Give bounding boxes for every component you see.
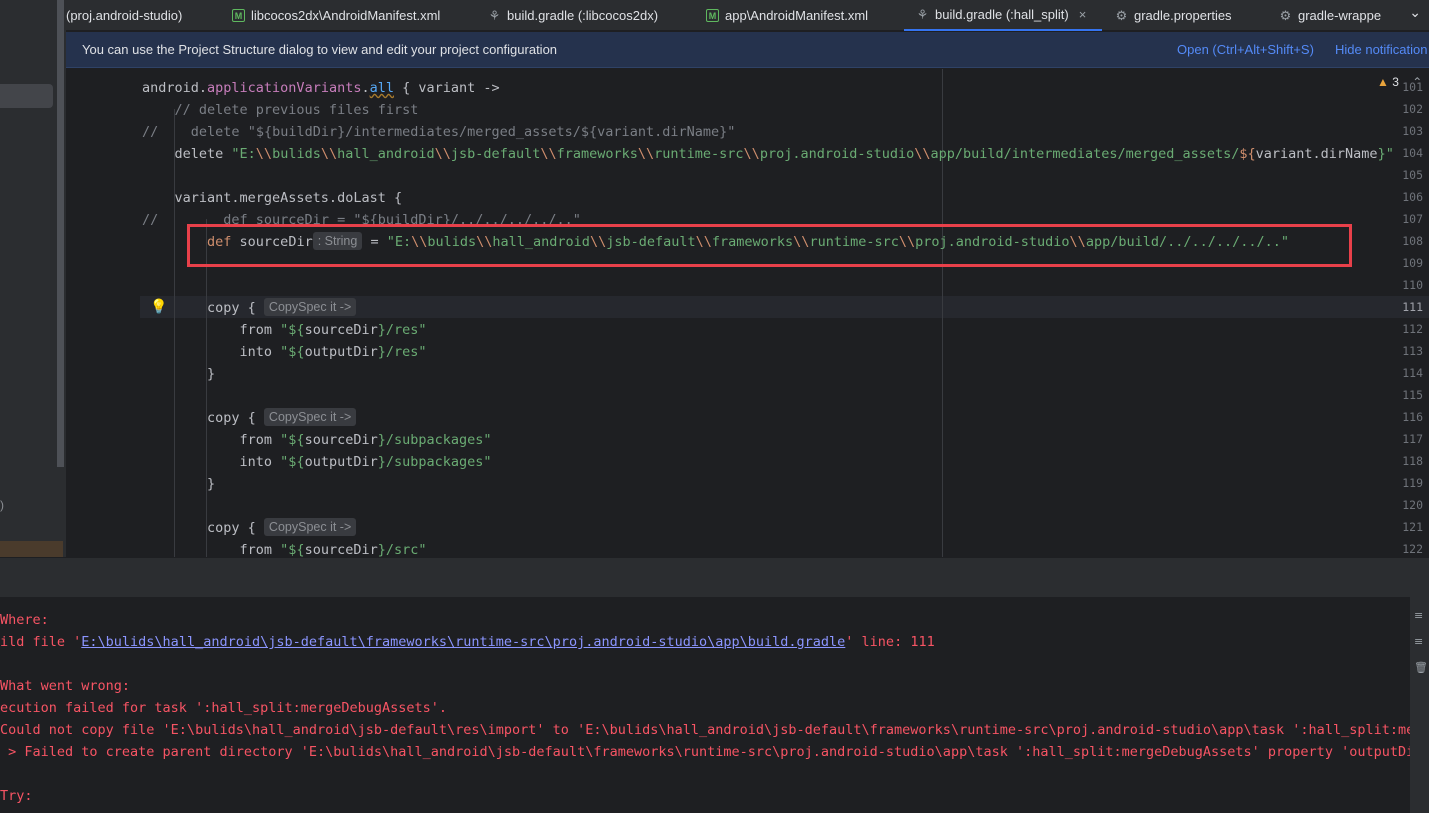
- code-line-106: variant.mergeAssets.doLast {: [142, 190, 403, 206]
- console-line: ecution failed for task ':hall_split:mer…: [0, 700, 448, 716]
- console-line: Could not copy file 'E:\bulids\hall_andr…: [0, 722, 1429, 738]
- lightbulb-icon[interactable]: 💡: [150, 299, 167, 315]
- line-number: 110: [1402, 278, 1423, 292]
- line-number: 117: [1402, 432, 1423, 446]
- console-line: Where:: [0, 612, 49, 628]
- project-tree-highlight[interactable]: [0, 541, 63, 557]
- code-line-101: android.applicationVariants.all { varian…: [142, 80, 500, 96]
- line-number: 109: [1402, 256, 1423, 270]
- console-line: > Failed to create parent directory 'E:\…: [0, 744, 1429, 760]
- line-number: 106: [1402, 190, 1423, 204]
- tab-label: app\AndroidManifest.xml: [725, 8, 869, 23]
- code-line-104: delete "E:\\bulids\\hall_android\\jsb-de…: [142, 146, 1394, 162]
- wrap-icon[interactable]: ≡: [1414, 609, 1423, 622]
- project-tree-selected-item[interactable]: [0, 84, 53, 108]
- gradle-icon: ⚘: [488, 7, 501, 23]
- code-editor[interactable]: 101 102 103 104 105 106 107 108 109 110 …: [66, 69, 1429, 557]
- console-line: ild file 'E:\bulids\hall_android\jsb-def…: [0, 634, 935, 650]
- warning-icon: ▲: [1377, 75, 1389, 89]
- tab-app-manifest[interactable]: M app\AndroidManifest.xml: [706, 0, 868, 31]
- line-number: 122: [1402, 542, 1423, 556]
- line-number: 113: [1402, 344, 1423, 358]
- console-line: What went wrong:: [0, 678, 131, 694]
- line-number-current: 111: [1402, 300, 1423, 314]
- warning-count: 3: [1392, 75, 1399, 89]
- code-line-117: from "${sourceDir}/subpackages": [142, 432, 492, 448]
- code-line-122: from "${sourceDir}/src": [142, 542, 427, 557]
- tab-label: gradle.properties: [1134, 8, 1232, 23]
- console-toolbar: ≡ ≡ 🗑: [1410, 597, 1429, 813]
- manifest-icon: M: [232, 9, 245, 22]
- code-line-118: into "${outputDir}/subpackages": [142, 454, 492, 470]
- chevron-up-icon[interactable]: ⌃: [1412, 75, 1422, 89]
- gear-icon: ⚙: [1115, 7, 1128, 23]
- indent-guide: [206, 219, 207, 557]
- scroll-end-icon[interactable]: ≡: [1414, 635, 1423, 648]
- code-line-111: copy { CopySpec it ->: [142, 297, 357, 319]
- tab-label: gradle-wrappe: [1298, 8, 1382, 23]
- line-number: 103: [1402, 124, 1423, 138]
- tab-label: build.gradle (:hall_split): [935, 7, 1069, 22]
- console-line: Try:: [0, 788, 33, 804]
- build-output-console[interactable]: Where: ild file 'E:\bulids\hall_android\…: [0, 597, 1429, 813]
- code-line-119: }: [142, 476, 216, 492]
- inspection-widget[interactable]: ▲ 3 ⌃: [1377, 75, 1422, 89]
- tab-build-gradle-libcocos2dx[interactable]: ⚘ build.gradle (:libcocos2dx): [488, 0, 658, 31]
- gradle-icon: ⚘: [916, 6, 929, 22]
- code-line-116: copy { CopySpec it ->: [142, 407, 357, 429]
- line-number: 105: [1402, 168, 1423, 182]
- code-line-103: // delete "${buildDir}/intermediates/mer…: [142, 124, 736, 140]
- code-line-112: from "${sourceDir}/res": [142, 322, 427, 338]
- line-number: 119: [1402, 476, 1423, 490]
- line-number: 107: [1402, 212, 1423, 226]
- line-number: 108: [1402, 234, 1423, 248]
- type-hint: CopySpec it ->: [263, 518, 357, 536]
- project-tree-text: ): [0, 498, 4, 512]
- tab-libcocos2dx-manifest[interactable]: M libcocos2dx\AndroidManifest.xml: [232, 0, 440, 31]
- line-number: 115: [1402, 388, 1423, 402]
- manifest-icon: M: [706, 9, 719, 22]
- hide-notification-link[interactable]: Hide notification: [1335, 42, 1428, 57]
- code-line-114: }: [142, 366, 216, 382]
- build-file-link[interactable]: E:\bulids\hall_android\jsb-default\frame…: [81, 634, 845, 650]
- tab-gradle-properties[interactable]: ⚙ gradle.properties: [1115, 0, 1232, 31]
- tab-label: libcocos2dx\AndroidManifest.xml: [251, 8, 441, 23]
- close-icon[interactable]: ×: [1079, 7, 1087, 22]
- code-line-102: // delete previous files first: [142, 102, 419, 118]
- highlight-annotation-box: [187, 224, 1352, 267]
- tab-proj-android-studio[interactable]: (proj.android-studio): [66, 0, 182, 31]
- project-panel-scrollbar[interactable]: [57, 0, 64, 467]
- open-project-structure-link[interactable]: Open (Ctrl+Alt+Shift+S): [1177, 42, 1314, 57]
- tab-label: (proj.android-studio): [66, 8, 183, 23]
- banner-message: You can use the Project Structure dialog…: [82, 42, 558, 57]
- tab-build-gradle-hall-split[interactable]: ⚘ build.gradle (:hall_split) ×: [904, 0, 1102, 31]
- line-number: 116: [1402, 410, 1423, 424]
- project-panel: ): [0, 0, 66, 557]
- code-line-121: copy { CopySpec it ->: [142, 517, 357, 539]
- line-number: 102: [1402, 102, 1423, 116]
- type-hint: CopySpec it ->: [263, 408, 357, 426]
- line-number: 120: [1402, 498, 1423, 512]
- gear-icon: ⚙: [1279, 7, 1292, 23]
- line-number: 112: [1402, 322, 1423, 336]
- line-number: 114: [1402, 366, 1423, 380]
- code-line-113: into "${outputDir}/res": [142, 344, 427, 360]
- tab-gradle-wrapper[interactable]: ⚙ gradle-wrappe: [1279, 0, 1381, 31]
- chevron-down-icon[interactable]: ⌄: [1409, 4, 1421, 21]
- line-number: 118: [1402, 454, 1423, 468]
- tool-window-header: [0, 557, 1429, 597]
- editor-tab-bar: (proj.android-studio) M libcocos2dx\Andr…: [66, 0, 1429, 31]
- notification-banner: You can use the Project Structure dialog…: [66, 32, 1429, 68]
- line-number-gutter: [66, 69, 140, 557]
- trash-icon[interactable]: 🗑: [1414, 661, 1428, 674]
- type-hint: CopySpec it ->: [263, 298, 357, 316]
- line-number: 121: [1402, 520, 1423, 534]
- tab-label: build.gradle (:libcocos2dx): [507, 8, 659, 23]
